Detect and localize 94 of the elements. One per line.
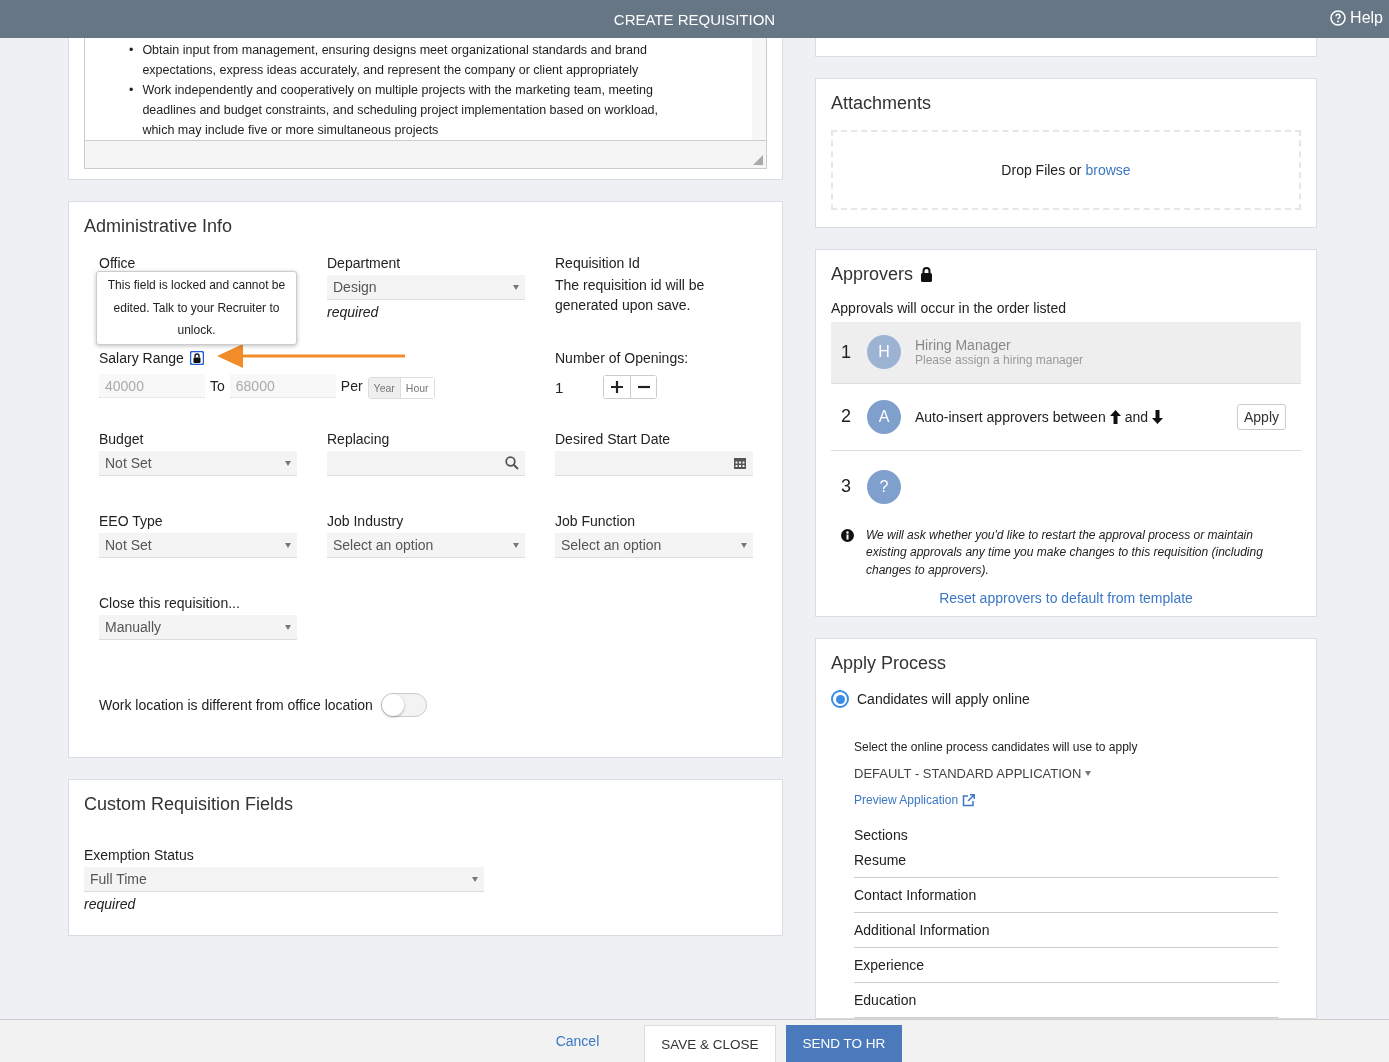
step-number: 3 xyxy=(841,476,852,497)
date-field[interactable] xyxy=(555,451,753,476)
resize-handle-icon xyxy=(753,155,763,165)
toggle-switch[interactable] xyxy=(380,693,427,717)
preview-link[interactable]: Preview Application xyxy=(854,793,959,807)
lock-button[interactable] xyxy=(189,351,204,365)
help-icon xyxy=(1330,10,1347,26)
save-close-button[interactable]: SAVE & CLOSE xyxy=(644,1025,776,1062)
info-text: We will ask whether you'd like to restart the approval process or maintain existing approvals any time you make changes to this requisition (including changes to approvers). xyxy=(866,526,1264,579)
send-button[interactable]: SEND TO HR xyxy=(785,1025,903,1062)
unit-toggle[interactable]: Year xyxy=(368,378,400,398)
field-label: Exemption Status xyxy=(84,846,195,865)
select-field[interactable]: Full Time xyxy=(84,867,484,892)
approver-name: Hiring Manager xyxy=(915,337,1012,353)
select-field[interactable]: Select an option xyxy=(327,533,525,558)
field-label: Budget xyxy=(99,430,145,449)
search-field[interactable] xyxy=(327,451,525,476)
bullet-marker: • xyxy=(129,42,134,59)
info-icon xyxy=(841,528,854,542)
caret-icon xyxy=(741,542,747,548)
avatar: A xyxy=(867,399,901,434)
field-label: Requisition Id xyxy=(555,254,641,273)
required-note: required xyxy=(84,896,137,912)
instruction-text: Select the online process candidates will use to apply xyxy=(854,740,1139,754)
approver-hint: Please assign a hiring manager xyxy=(915,353,1084,367)
process-dropdown[interactable]: DEFAULT - STANDARD APPLICATION xyxy=(854,766,1278,781)
avatar: ? xyxy=(867,469,901,504)
bullet-marker: • xyxy=(129,82,134,99)
select-field[interactable]: Not Set xyxy=(99,533,297,558)
caret-icon xyxy=(285,542,291,548)
field-label: Number of Openings: xyxy=(555,349,690,368)
field-label: Job Industry xyxy=(327,512,405,531)
required-note: required xyxy=(327,304,380,320)
caret-icon xyxy=(1085,771,1092,776)
caret-icon xyxy=(285,624,291,630)
section-item: Additional Information xyxy=(854,913,1278,948)
field-label: Close this requisition... xyxy=(99,594,241,613)
step-number: 2 xyxy=(841,406,852,427)
tooltip: This field is locked and cannot be edited. Talk to your Recruiter to unlock. xyxy=(96,271,297,345)
per-label: Per xyxy=(340,378,363,394)
browse-link[interactable]: browse xyxy=(1085,161,1131,178)
and-text: and xyxy=(1124,408,1149,425)
section-title: Apply Process xyxy=(831,653,948,674)
radio-label: Candidates will apply online xyxy=(857,691,1030,707)
section-item: Resume xyxy=(854,843,1278,878)
select-field[interactable]: Manually xyxy=(99,615,297,640)
section-title: Custom Requisition Fields xyxy=(84,794,295,815)
step-number: 1 xyxy=(841,341,852,363)
field-label: Department xyxy=(327,254,402,273)
field-label: Office xyxy=(99,254,137,273)
to-label: To xyxy=(210,378,225,394)
search-icon xyxy=(505,456,519,470)
drop-zone[interactable]: Drop Files or browse xyxy=(831,129,1301,210)
reset-link[interactable]: Reset approvers to default from template xyxy=(831,590,1301,606)
auto-insert-text: Auto-insert approvers between xyxy=(915,408,1106,425)
window-title: CREATE REQUISITION xyxy=(613,10,776,28)
bullet-text: Obtain input from management, ensuring designs meet organizational standards and brand expectations, express ideas accurately, and represent the company or client appropriately xyxy=(142,42,648,79)
field-label: Desired Start Date xyxy=(555,430,672,449)
caret-icon xyxy=(285,460,291,466)
calendar-icon xyxy=(733,456,747,470)
arrow-up-icon xyxy=(1109,409,1121,424)
section-item: Experience xyxy=(854,948,1278,983)
subtitle: Approvals will occur in the order listed xyxy=(831,299,1067,316)
select-field[interactable]: Design xyxy=(327,275,525,300)
field-label: Job Function xyxy=(555,512,637,531)
section-item: Education xyxy=(854,983,1278,1018)
section-title: Administrative Info xyxy=(84,216,234,237)
toggle-label: Work location is different from office location xyxy=(99,697,373,713)
unit-toggle[interactable]: Hour xyxy=(399,378,434,398)
count-value: 1 xyxy=(555,378,564,396)
caret-icon xyxy=(472,876,478,882)
section-title: Attachments xyxy=(831,92,933,114)
info-text: The requisition id will be generated upon save. xyxy=(555,276,706,315)
drop-text: Drop Files or xyxy=(1001,161,1082,178)
field-label: Salary Range xyxy=(99,349,184,368)
select-field[interactable]: Select an option xyxy=(555,533,753,558)
section-title: Approvers xyxy=(831,263,914,285)
decrement-button[interactable] xyxy=(630,376,657,398)
bullet-text: Work independently and cooperatively on multiple projects with the marketing team, meeting deadlines and budget constraints, and scheduling project implementation based on workload, which may include five or more simultaneous projects xyxy=(142,82,659,139)
apply-button[interactable]: Apply xyxy=(1236,403,1286,430)
field-label: EEO Type xyxy=(99,512,164,531)
section-item: Contact Information xyxy=(854,878,1278,913)
caret-icon xyxy=(513,284,519,290)
plus-icon xyxy=(611,381,624,393)
radio-button[interactable] xyxy=(831,690,849,708)
field-label: Replacing xyxy=(327,430,391,449)
arrow-down-icon xyxy=(1152,409,1164,424)
caret-icon xyxy=(513,542,519,548)
cancel-link[interactable]: Cancel xyxy=(555,1033,600,1049)
select-field[interactable]: Not Set xyxy=(99,451,297,476)
help-link[interactable]: Help xyxy=(1330,9,1383,27)
sections-title: Sections xyxy=(854,827,909,843)
external-link-icon xyxy=(962,793,976,807)
avatar: H xyxy=(867,335,901,369)
